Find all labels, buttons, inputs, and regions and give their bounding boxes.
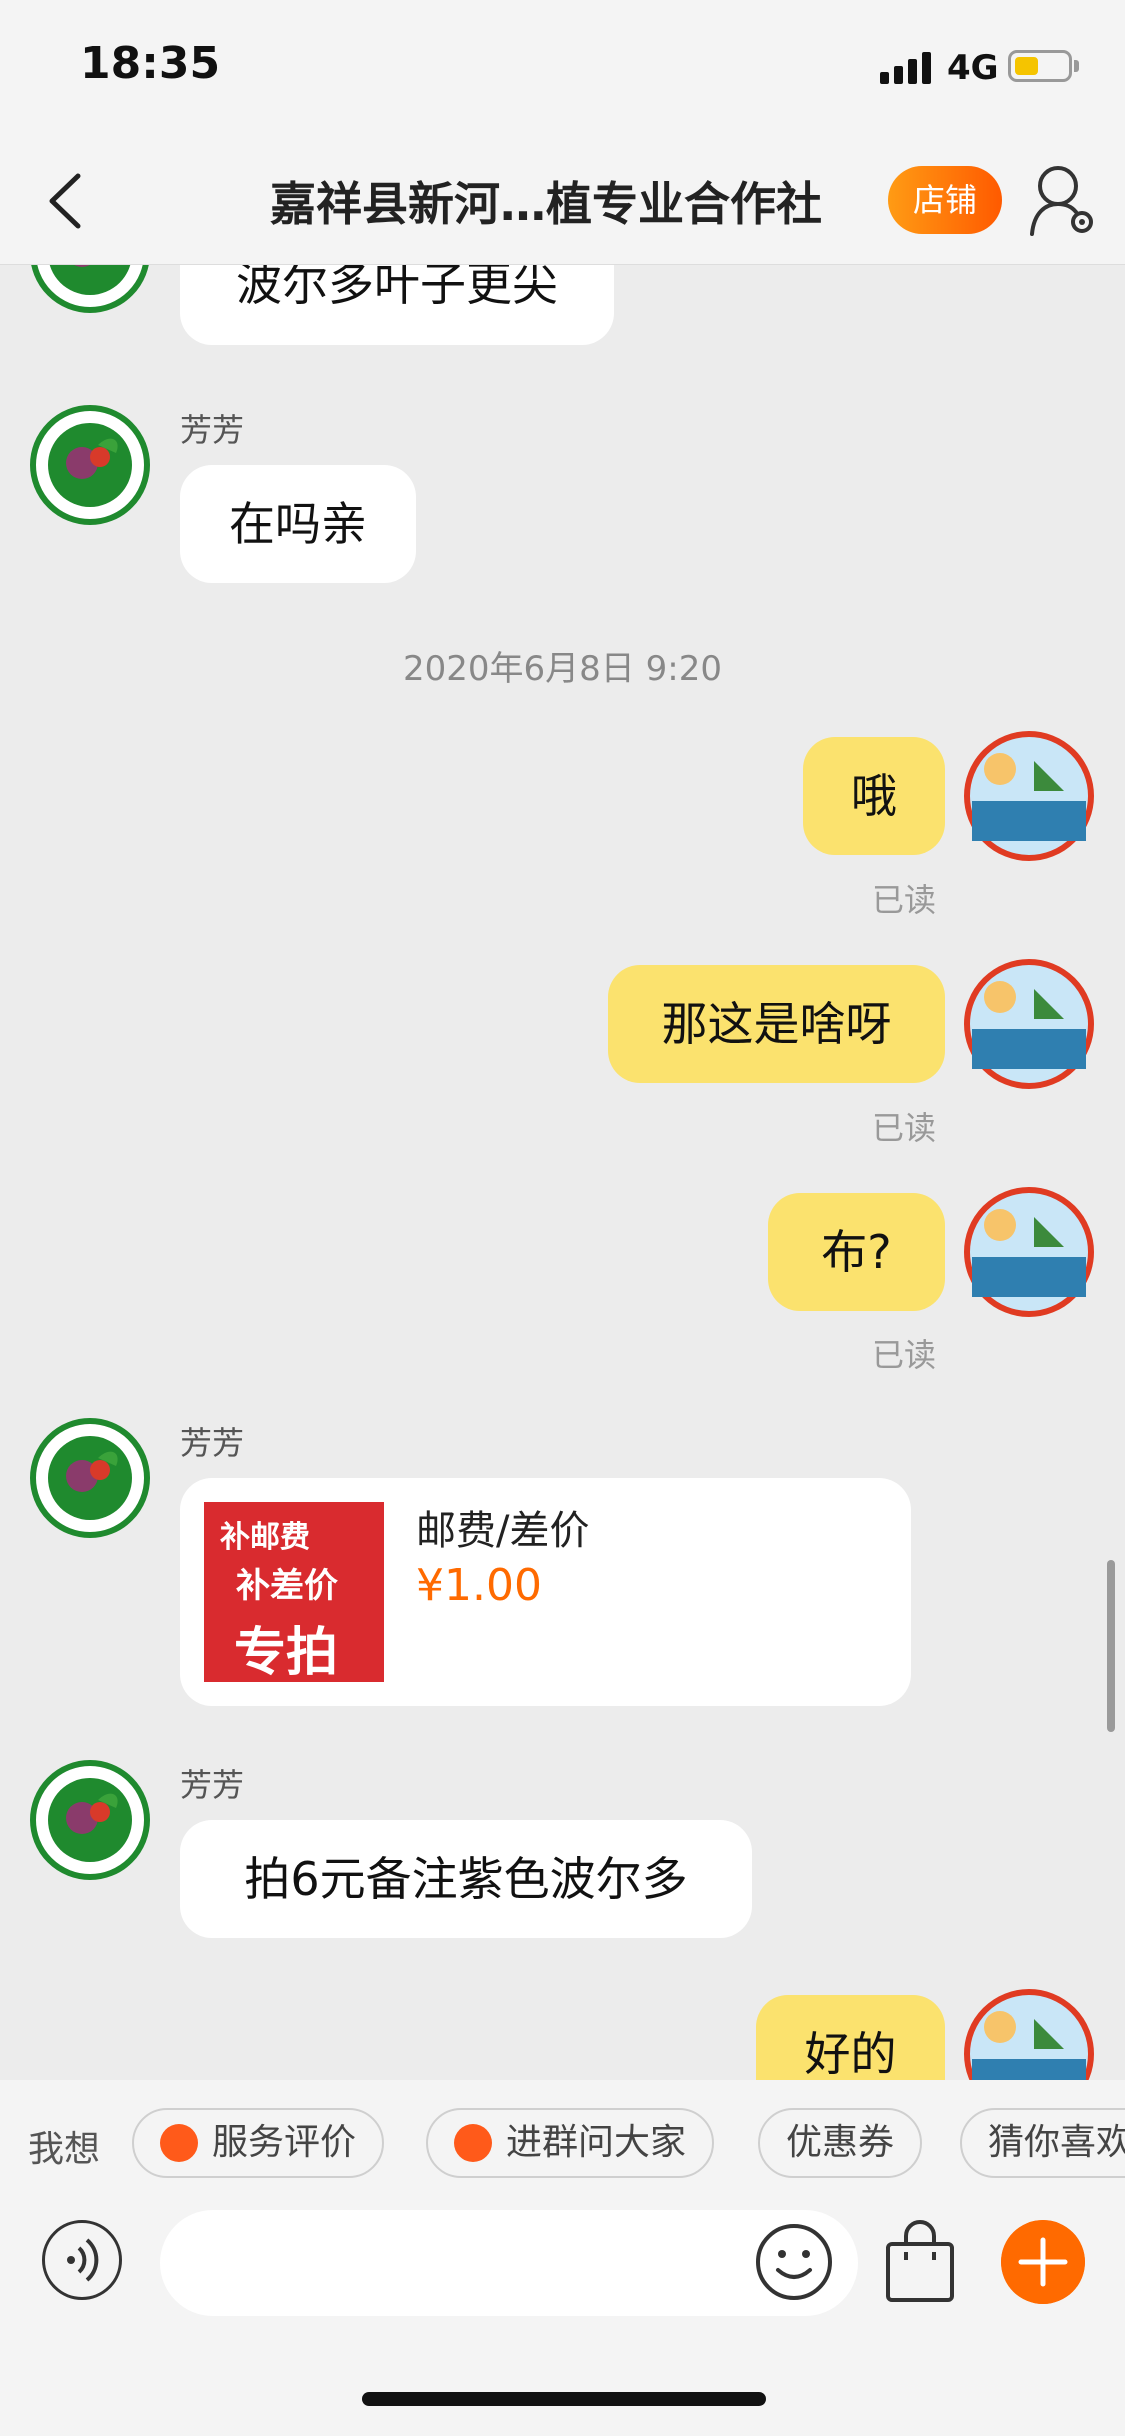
product-price: ¥1.00 [416, 1560, 542, 1611]
sender-name: 芳芳 [180, 411, 245, 449]
read-receipt: 已读 [872, 881, 937, 919]
battery-tip [1074, 60, 1079, 72]
coupon-button[interactable]: 优惠券 [758, 2108, 923, 2178]
shop-avatar-icon[interactable] [30, 1418, 150, 1538]
battery-icon [1008, 50, 1072, 82]
product-image-line1: 补邮费 [220, 1520, 310, 1555]
review-icon [160, 2124, 198, 2162]
message-bubble[interactable]: 波尔多叶子更尖 [180, 265, 614, 345]
recommend-button[interactable]: 猜你喜欢 [960, 2108, 1125, 2178]
user-settings-icon[interactable] [1028, 160, 1098, 240]
message-bubble[interactable]: 拍6元备注紫色波尔多 [180, 1820, 752, 1938]
sender-name: 芳芳 [180, 1424, 245, 1462]
group-icon [454, 2124, 492, 2162]
join-group-button[interactable]: 进群问大家 [426, 2108, 715, 2178]
scrollbar[interactable] [1107, 1560, 1115, 1732]
shop-avatar-icon[interactable] [30, 405, 150, 525]
shopping-bag-icon[interactable] [880, 2220, 960, 2306]
my-avatar-icon[interactable] [964, 1187, 1094, 1317]
quick-actions-label: 我想 [28, 2129, 101, 2170]
message-timestamp: 2020年6月8日 9:20 [403, 649, 722, 689]
sender-name: 芳芳 [180, 1766, 245, 1804]
pill-label: 服务评价 [212, 2122, 357, 2163]
voice-waves-icon [67, 2238, 99, 2282]
shop-button[interactable]: 店铺 [888, 166, 1002, 234]
my-avatar-icon[interactable] [964, 1989, 1094, 2080]
status-time: 18:35 [80, 38, 221, 89]
quick-actions-bar: 我想 服务评价 进群问大家 优惠券 猜你喜欢 [0, 2080, 1125, 2210]
read-receipt: 已读 [872, 1109, 937, 1147]
chat-header: 嘉祥县新河…植专业合作社 店铺 [0, 140, 1125, 265]
message-bubble-self[interactable]: 布? [768, 1193, 945, 1311]
pill-label: 进群问大家 [506, 2122, 687, 2163]
network-label: 4G [947, 48, 999, 88]
battery-level [1015, 57, 1038, 75]
product-image-line3: 专拍 [234, 1623, 339, 1682]
message-bubble-self[interactable]: 好的 [756, 1995, 945, 2080]
status-bar: 18:35 4G [0, 0, 1125, 140]
message-bubble-self[interactable]: 那这是啥呀 [608, 965, 945, 1083]
read-receipt: 已读 [872, 1336, 937, 1374]
emoji-icon[interactable] [754, 2222, 834, 2302]
product-card[interactable]: 补邮费 补差价 专拍 邮费/差价 ¥1.00 [180, 1478, 911, 1706]
back-icon[interactable] [36, 166, 96, 236]
product-image-line2: 补差价 [236, 1566, 338, 1606]
plus-icon[interactable] [1001, 2220, 1085, 2304]
message-bubble[interactable]: 在吗亲 [180, 465, 416, 583]
shop-avatar-icon[interactable] [30, 265, 150, 313]
pill-label: 优惠券 [786, 2122, 895, 2163]
pill-label: 猜你喜欢 [988, 2122, 1125, 2163]
chat-title: 嘉祥县新河…植专业合作社 [270, 177, 822, 231]
voice-icon[interactable] [42, 2220, 122, 2300]
shop-avatar-icon[interactable] [30, 1760, 150, 1880]
service-review-button[interactable]: 服务评价 [132, 2108, 385, 2178]
my-avatar-icon[interactable] [964, 731, 1094, 861]
product-image[interactable]: 补邮费 补差价 专拍 [204, 1502, 384, 1682]
message-bubble-self[interactable]: 哦 [803, 737, 945, 855]
signal-icon [880, 50, 936, 84]
home-indicator[interactable] [362, 2392, 766, 2406]
my-avatar-icon[interactable] [964, 959, 1094, 1089]
product-title: 邮费/差价 [416, 1508, 590, 1554]
message-list[interactable]: 波尔多叶子更尖 芳芳 在吗亲 2020年6月8日 9:20 哦 已读 那这是啥呀… [0, 265, 1125, 2080]
